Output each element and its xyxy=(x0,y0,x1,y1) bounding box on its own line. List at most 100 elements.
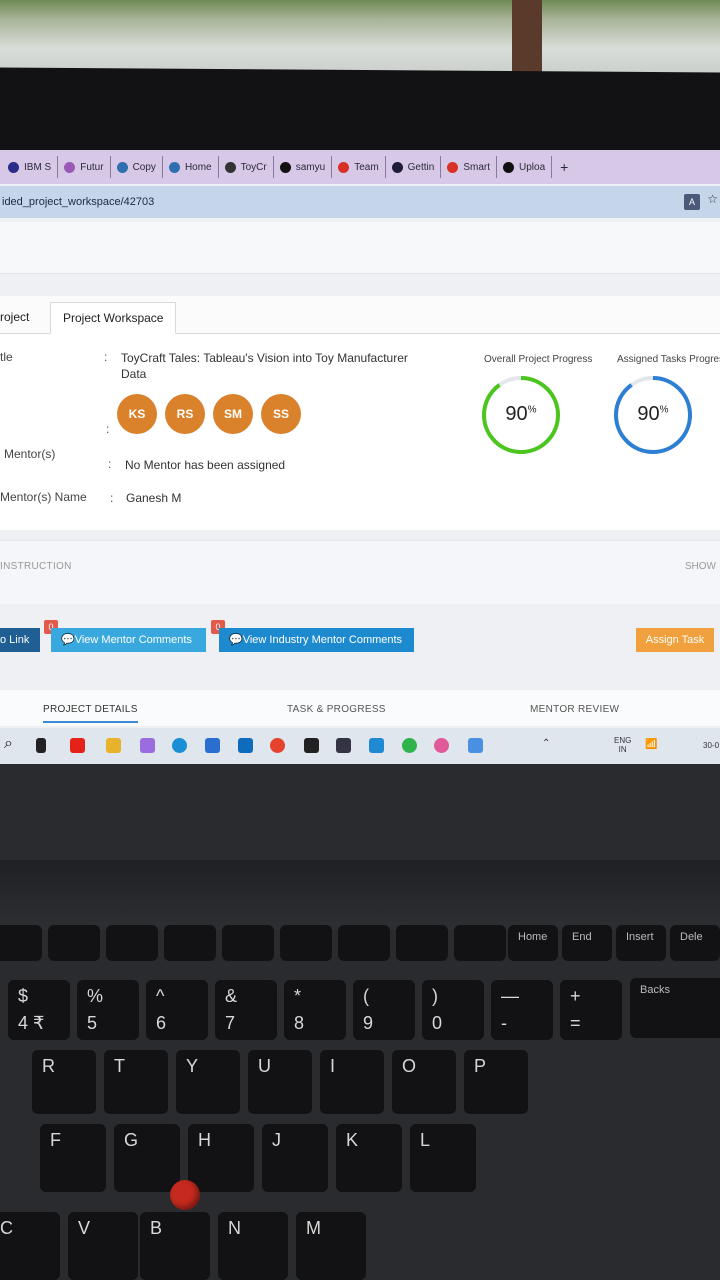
file-explorer-icon[interactable] xyxy=(106,738,121,753)
browser-tab[interactable]: Team xyxy=(332,156,386,178)
drive-icon xyxy=(168,161,180,173)
view-industry-mentor-comments-button[interactable]: 💬View Industry Mentor Comments xyxy=(219,628,414,652)
letter-key[interactable]: H xyxy=(188,1124,254,1192)
key-label-lower: 8 xyxy=(294,1013,305,1033)
letter-key[interactable]: F xyxy=(40,1124,106,1192)
letter-key[interactable]: T xyxy=(104,1050,168,1114)
task-view-icon[interactable] xyxy=(36,738,46,753)
browser-tab[interactable]: Smart xyxy=(441,156,498,178)
view-mentor-comments-button[interactable]: 💬View Mentor Comments xyxy=(51,628,206,652)
function-key[interactable] xyxy=(48,925,100,961)
browser-tab[interactable]: Copy xyxy=(111,156,163,178)
number-key[interactable]: & 7 xyxy=(215,980,277,1040)
function-key[interactable] xyxy=(338,925,390,961)
new-tab-button[interactable]: + xyxy=(552,156,576,178)
function-key[interactable] xyxy=(164,925,216,961)
number-key[interactable]: * 8 xyxy=(284,980,346,1040)
browser-tab[interactable]: Gettin xyxy=(386,156,442,178)
browser-tab[interactable]: samyu xyxy=(274,156,333,178)
function-key[interactable] xyxy=(396,925,448,961)
comment-icon: 💬 xyxy=(61,634,75,646)
search-icon[interactable]: ⌕ xyxy=(4,735,13,753)
tab-project[interactable]: roject xyxy=(0,302,29,334)
chrome-profile-icon[interactable] xyxy=(434,738,449,753)
app-icon[interactable] xyxy=(336,738,351,753)
trackpoint[interactable] xyxy=(170,1180,200,1210)
letter-key[interactable]: I xyxy=(320,1050,384,1114)
number-key[interactable]: ^ 6 xyxy=(146,980,208,1040)
letter-key[interactable]: M xyxy=(296,1212,366,1280)
number-key[interactable]: ) 0 xyxy=(422,980,484,1040)
function-key[interactable] xyxy=(222,925,274,961)
wifi-icon[interactable]: 📶 xyxy=(645,739,657,750)
letter-key[interactable]: B xyxy=(140,1212,210,1280)
backspace-key[interactable]: Backs xyxy=(630,978,720,1038)
number-key[interactable]: — - xyxy=(491,980,553,1040)
browser-tab[interactable]: Home xyxy=(163,156,219,178)
letter-key[interactable]: N xyxy=(218,1212,288,1280)
letter-key[interactable]: V xyxy=(68,1212,138,1280)
copilot-icon[interactable] xyxy=(140,738,155,753)
function-key-2[interactable]: Insert xyxy=(616,925,666,961)
letter-key[interactable]: P xyxy=(464,1050,528,1114)
address-bar[interactable]: ided_project_workspace/42703 A ☆ xyxy=(0,186,720,218)
function-key-3[interactable]: Dele xyxy=(670,925,720,961)
language-indicator[interactable]: ENG IN xyxy=(614,736,631,754)
notes-icon[interactable] xyxy=(468,738,483,753)
youtube-icon[interactable] xyxy=(70,738,85,753)
whatsapp-icon[interactable] xyxy=(402,738,417,753)
team-avatar-ks[interactable]: KS xyxy=(117,394,157,434)
clock-date[interactable]: 30-0 xyxy=(703,741,719,750)
key-label: — xyxy=(501,986,519,1006)
function-key-0[interactable]: Home xyxy=(508,925,558,961)
function-key[interactable] xyxy=(0,925,42,961)
letter-key[interactable]: U xyxy=(248,1050,312,1114)
vscode-icon[interactable] xyxy=(369,738,384,753)
function-key[interactable] xyxy=(280,925,332,961)
store-icon[interactable] xyxy=(205,738,220,753)
tab-task-progress[interactable]: TASK & PROGRESS xyxy=(287,704,386,715)
key-label: Insert xyxy=(626,931,654,943)
browser-tab[interactable]: ToyCr xyxy=(219,156,274,178)
chevron-up-icon[interactable]: ⌃ xyxy=(542,738,550,749)
url-text[interactable]: ided_project_workspace/42703 xyxy=(2,196,154,208)
tab-mentor-review[interactable]: MENTOR REVIEW xyxy=(530,704,619,715)
edge-icon[interactable] xyxy=(172,738,187,753)
letter-key[interactable]: L xyxy=(410,1124,476,1192)
team-avatar-sm[interactable]: SM xyxy=(213,394,253,434)
bookmark-star-icon[interactable]: ☆ xyxy=(707,192,718,206)
function-key[interactable] xyxy=(454,925,506,961)
letter-key[interactable]: C xyxy=(0,1212,60,1280)
browser-tab[interactable]: IBM S xyxy=(2,156,59,178)
team-avatar-ss[interactable]: SS xyxy=(261,394,301,434)
key-label: Y xyxy=(186,1056,199,1076)
assign-task-button[interactable]: Assign Task xyxy=(636,628,714,652)
instruction-toggle[interactable]: SHOW xyxy=(685,561,716,572)
number-key[interactable]: $4 ₹ xyxy=(8,980,70,1040)
ibm-icon xyxy=(8,161,19,173)
browser-tab[interactable]: Uploa xyxy=(497,156,553,178)
number-key[interactable]: (9 xyxy=(353,980,415,1040)
letter-key[interactable]: J xyxy=(262,1124,328,1192)
function-key-1[interactable]: End xyxy=(562,925,612,961)
letter-key[interactable]: Y xyxy=(176,1050,240,1114)
tab-project-details[interactable]: PROJECT DETAILS xyxy=(43,704,138,723)
function-key[interactable] xyxy=(106,925,158,961)
letter-key[interactable]: K xyxy=(336,1124,402,1192)
number-key[interactable]: % 5 xyxy=(77,980,139,1040)
key-label: C xyxy=(0,1218,13,1238)
number-key[interactable]: + = xyxy=(560,980,622,1040)
translate-icon[interactable]: A xyxy=(684,194,700,210)
browser-tab-label: samyu xyxy=(295,161,326,173)
terminal-icon[interactable] xyxy=(304,738,319,753)
chrome-icon[interactable] xyxy=(270,738,285,753)
outlook-icon[interactable] xyxy=(238,738,253,753)
letter-key[interactable]: G xyxy=(114,1124,180,1192)
tab-project-workspace[interactable]: Project Workspace xyxy=(50,302,177,334)
letter-key[interactable]: O xyxy=(392,1050,456,1114)
letter-key[interactable]: R xyxy=(32,1050,96,1114)
industry-comments-label: View Industry Mentor Comments xyxy=(242,634,403,646)
team-avatar-rs[interactable]: RS xyxy=(165,394,205,434)
link-button[interactable]: o Link xyxy=(0,628,40,652)
browser-tab[interactable]: Futur xyxy=(58,156,111,178)
